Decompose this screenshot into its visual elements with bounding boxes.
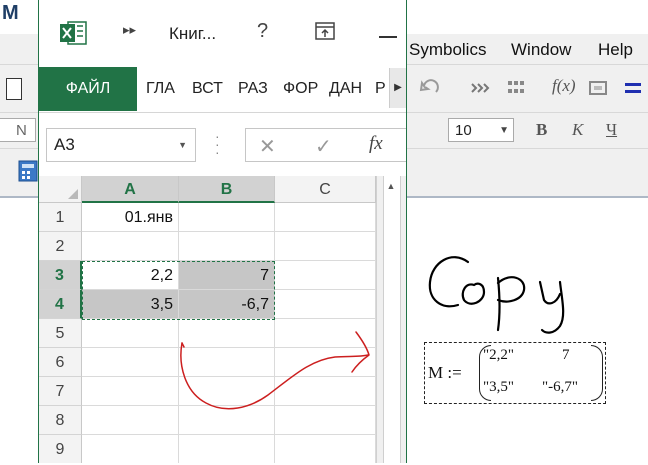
column-header-b[interactable]: B: [179, 176, 275, 203]
tab-data[interactable]: ДАН: [329, 80, 362, 98]
workbook-title: Книг...: [169, 24, 217, 43]
equals-operator-icon[interactable]: [624, 80, 642, 96]
cell-a3[interactable]: 2,2: [82, 261, 179, 290]
cell-a5[interactable]: [82, 319, 179, 348]
row-header-6[interactable]: 6: [39, 348, 82, 377]
insert-function-button[interactable]: fx: [369, 133, 383, 155]
column-header-c[interactable]: C: [275, 176, 376, 203]
cell-c7[interactable]: [275, 377, 376, 406]
cell-b5[interactable]: [179, 319, 275, 348]
cell-a8[interactable]: [82, 406, 179, 435]
style-dropdown[interactable]: N: [0, 118, 36, 142]
row-header-5[interactable]: 5: [39, 319, 82, 348]
row-header-3[interactable]: 3: [39, 261, 82, 290]
row-header-8[interactable]: 8: [39, 406, 82, 435]
align-icon[interactable]: [470, 82, 492, 96]
bold-button[interactable]: B: [536, 120, 547, 140]
tab-file[interactable]: ФАЙЛ: [39, 67, 137, 111]
matrix-variable-label: M :=: [428, 363, 462, 382]
cell-a4[interactable]: 3,5: [82, 290, 179, 319]
formula-bar-resize-handle[interactable]: · · ·: [215, 129, 220, 159]
cell-b9[interactable]: [179, 435, 275, 463]
chevron-down-icon[interactable]: ▼: [178, 129, 187, 161]
matrix-cell: "-6,7": [542, 379, 578, 395]
cell-a1[interactable]: 01.янв: [82, 203, 179, 232]
ribbon-display-options-icon[interactable]: [315, 22, 335, 40]
chevron-down-icon: ▼: [499, 125, 509, 136]
underline-button[interactable]: Ч: [606, 120, 617, 140]
menu-help[interactable]: Help: [598, 40, 633, 60]
matrix-cell: "3,5": [483, 379, 514, 395]
cell-b4[interactable]: -6,7: [179, 290, 275, 319]
row-header-9[interactable]: 9: [39, 435, 82, 463]
insert-matrix-icon[interactable]: [505, 78, 527, 98]
scroll-up-icon[interactable]: ▲: [383, 178, 399, 194]
matrix-cell: "2,2": [483, 347, 514, 363]
cell-c5[interactable]: [275, 319, 376, 348]
cell-c8[interactable]: [275, 406, 376, 435]
cancel-icon[interactable]: ✕: [259, 134, 276, 159]
row-header-1[interactable]: 1: [39, 203, 82, 232]
excel-window: ▸▸ Книг... ? ФАЙЛ ГЛА ВСТ РАЗ ФОР ДАН Р …: [38, 0, 407, 463]
cell-b7[interactable]: [179, 377, 275, 406]
cell-a9[interactable]: [82, 435, 179, 463]
cell-b8[interactable]: [179, 406, 275, 435]
row-header-7[interactable]: 7: [39, 377, 82, 406]
name-box-value: A3: [54, 135, 75, 154]
column-header-a[interactable]: A: [82, 176, 179, 203]
cell-c9[interactable]: [275, 435, 376, 463]
excel-logo-icon[interactable]: [59, 20, 87, 46]
cell-c3[interactable]: [275, 261, 376, 290]
font-size-dropdown[interactable]: 10 ▼: [448, 118, 514, 142]
scrollbar-track[interactable]: [383, 176, 401, 463]
cell-c6[interactable]: [275, 348, 376, 377]
tab-review[interactable]: Р: [375, 80, 386, 98]
app-logo: M: [2, 2, 19, 24]
name-box[interactable]: A3 ▼: [46, 128, 196, 162]
tab-insert[interactable]: ВСТ: [192, 80, 223, 98]
italic-button[interactable]: K: [572, 120, 583, 140]
cell-a7[interactable]: [82, 377, 179, 406]
cell-b6[interactable]: [179, 348, 275, 377]
matrix-cell: 7: [562, 347, 570, 363]
cell-c4[interactable]: [275, 290, 376, 319]
menu-window[interactable]: Window: [511, 40, 571, 60]
quick-access-more-icon[interactable]: ▸▸: [123, 22, 136, 38]
insert-function-icon[interactable]: f(x): [552, 76, 576, 96]
tab-page-layout[interactable]: РАЗ: [238, 80, 268, 98]
cell-b3[interactable]: 7: [179, 261, 275, 290]
cell-a6[interactable]: [82, 348, 179, 377]
tab-formulas[interactable]: ФОР: [283, 80, 318, 98]
menu-symbolics[interactable]: Symbolics: [409, 40, 486, 60]
cell-a2[interactable]: [82, 232, 179, 261]
matrix-definition-region[interactable]: M := "2,2" 7 "3,5" "-6,7": [424, 342, 606, 404]
excel-title-bar: [39, 0, 406, 64]
vertical-scrollbar[interactable]: ▲: [376, 176, 406, 463]
minimize-button[interactable]: [379, 36, 397, 38]
enter-check-icon[interactable]: ✓: [315, 134, 332, 159]
select-all-corner[interactable]: [39, 176, 82, 203]
matrix-right-paren: [591, 345, 603, 401]
row-header-2[interactable]: 2: [39, 232, 82, 261]
help-button[interactable]: ?: [257, 20, 268, 43]
insert-unit-icon[interactable]: [587, 78, 609, 98]
cell-b2[interactable]: [179, 232, 275, 261]
tab-scroll-right-icon[interactable]: ▶: [389, 68, 406, 108]
undo-icon[interactable]: [418, 78, 442, 98]
new-document-icon[interactable]: [6, 78, 22, 100]
font-size-value: 10: [455, 122, 472, 139]
cell-c2[interactable]: [275, 232, 376, 261]
row-header-4[interactable]: 4: [39, 290, 82, 319]
cell-b1[interactable]: [179, 203, 275, 232]
calculator-icon[interactable]: [18, 160, 38, 182]
tab-home[interactable]: ГЛА: [146, 80, 175, 98]
cell-c1[interactable]: [275, 203, 376, 232]
